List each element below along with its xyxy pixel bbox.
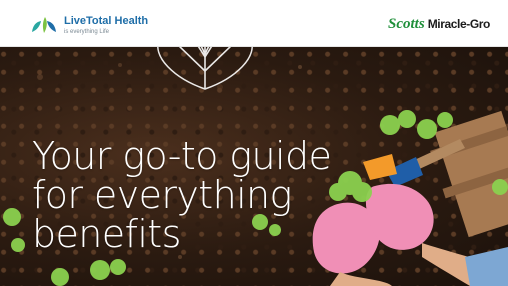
livetotal-health-tagline: is everything Life: [64, 28, 110, 35]
headline-line-1: Your go-to guide: [32, 134, 332, 178]
livetotal-health-logo: LiveTotal Health is everything Life: [30, 13, 148, 37]
promo-banner: LiveTotal Health is everything Life Scot…: [0, 0, 508, 286]
header-bar: LiveTotal Health is everything Life Scot…: [0, 0, 508, 47]
scotts-wordmark: Scotts: [388, 16, 425, 32]
heart-leaf-outline-icon: [157, 47, 253, 90]
scotts-miraclegro-logo: Scotts Miracle-Gro: [388, 16, 490, 33]
headline-line-2: for everything: [32, 173, 292, 217]
livetotal-health-wordmark: LiveTotal Health: [64, 14, 149, 27]
leaf-cluster-logo-icon: [32, 17, 56, 33]
headline: Your go-to guide for everything benefits: [32, 134, 332, 256]
miraclegro-wordmark: Miracle-Gro: [427, 17, 491, 31]
hero-image: Your go-to guide for everything benefits: [0, 47, 508, 286]
wooden-crate-icon: [430, 110, 508, 238]
headline-line-3: benefits: [32, 212, 181, 256]
